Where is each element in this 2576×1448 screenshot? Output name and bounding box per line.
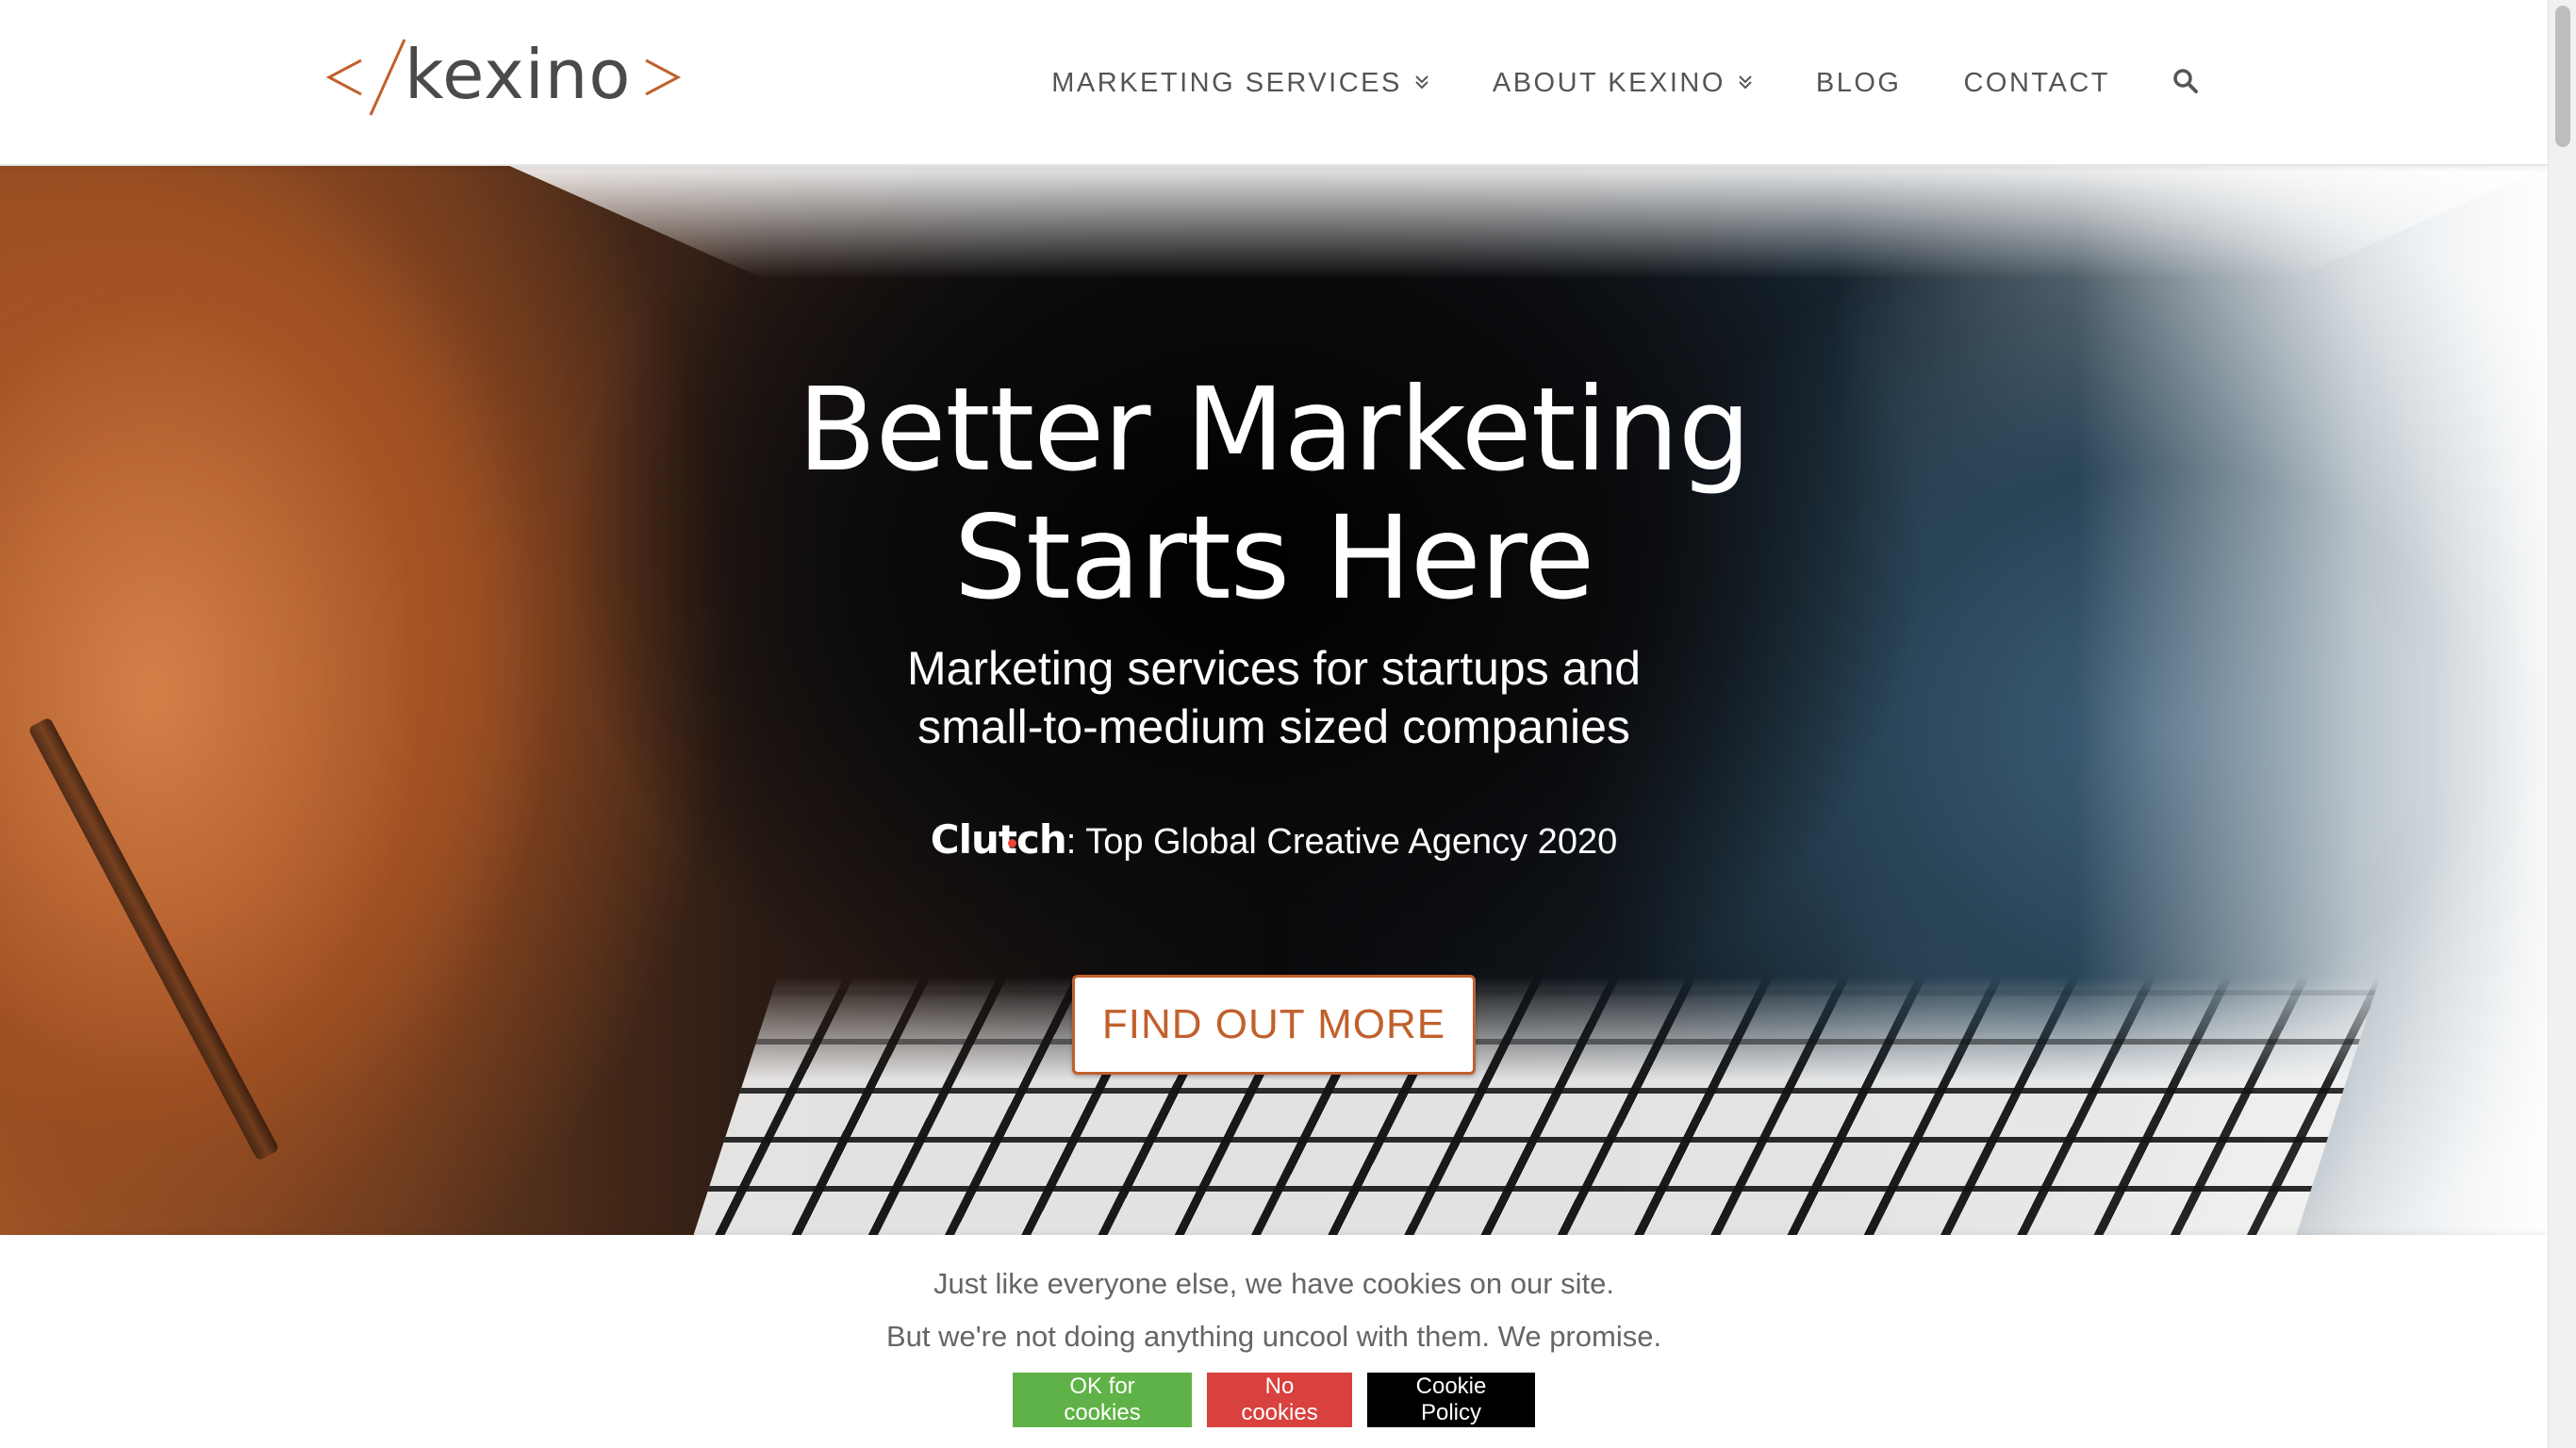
kexino-logo[interactable]: kexino [325,34,684,121]
ok-for-cookies-button[interactable]: OK for cookies [1013,1373,1192,1427]
nav-item-contact[interactable]: CONTACT [1932,0,2141,166]
nav-item-about-kexino[interactable]: ABOUT KEXINO [1461,0,1785,166]
hero-content: Better Marketing Starts Here Marketing s… [0,166,2548,1235]
clutch-award: Clutch : Top Global Creative Agency 2020 [0,816,2548,863]
hero-subtitle-line-2: small-to-medium sized companies [917,700,1630,753]
nav-item-marketing-services[interactable]: MARKETING SERVICES [1020,0,1461,166]
nav-label: ABOUT KEXINO [1492,67,1726,98]
cookie-banner: Just like everyone else, we have cookies… [0,1235,2548,1448]
cookie-buttons: OK for cookies No cookies Cookie Policy [0,1373,2548,1427]
hero-title-line-2: Starts Here [953,491,1595,625]
hero-title-line-1: Better Marketing [797,363,1751,497]
nav-label: BLOG [1815,67,1902,98]
main-nav: MARKETING SERVICES ABOUT KEXINO BLOG CON… [1020,0,2199,166]
nav-item-blog[interactable]: BLOG [1785,0,1933,166]
cookie-message-line-1: Just like everyone else, we have cookies… [933,1267,1614,1300]
hero-subtitle: Marketing services for startups and smal… [0,639,2548,756]
search-icon [2172,68,2199,99]
nav-label: MARKETING SERVICES [1051,67,1402,98]
kexino-logo-mark: kexino [325,35,682,116]
double-chevron-down-icon [1413,68,1430,99]
clutch-logo-text: Clutch [930,816,1067,863]
scrollbar-thumb[interactable] [2555,6,2570,147]
search-button[interactable] [2141,0,2199,166]
no-cookies-button[interactable]: No cookies [1207,1373,1352,1427]
clutch-logo: Clutch [930,816,1067,863]
page-scrollbar[interactable] [2548,0,2576,1448]
cookie-policy-button[interactable]: Cookie Policy [1367,1373,1535,1427]
find-out-more-button[interactable]: FIND OUT MORE [1072,975,1476,1075]
nav-label: CONTACT [1963,67,2110,98]
double-chevron-down-icon [1737,68,1754,99]
hero-title: Better Marketing Starts Here [0,366,2548,622]
site-header: kexino MARKETING SERVICES ABOUT KEXINO B… [0,0,2548,166]
clutch-logo-dot [1007,839,1016,847]
clutch-award-text: : Top Global Creative Agency 2020 [1065,822,1618,862]
hero-section: Better Marketing Starts Here Marketing s… [0,166,2548,1235]
cookie-message-line-2: But we're not doing anything uncool with… [885,1320,1662,1353]
hero-subtitle-line-1: Marketing services for startups and [906,642,1642,695]
svg-text:kexino: kexino [405,35,631,114]
